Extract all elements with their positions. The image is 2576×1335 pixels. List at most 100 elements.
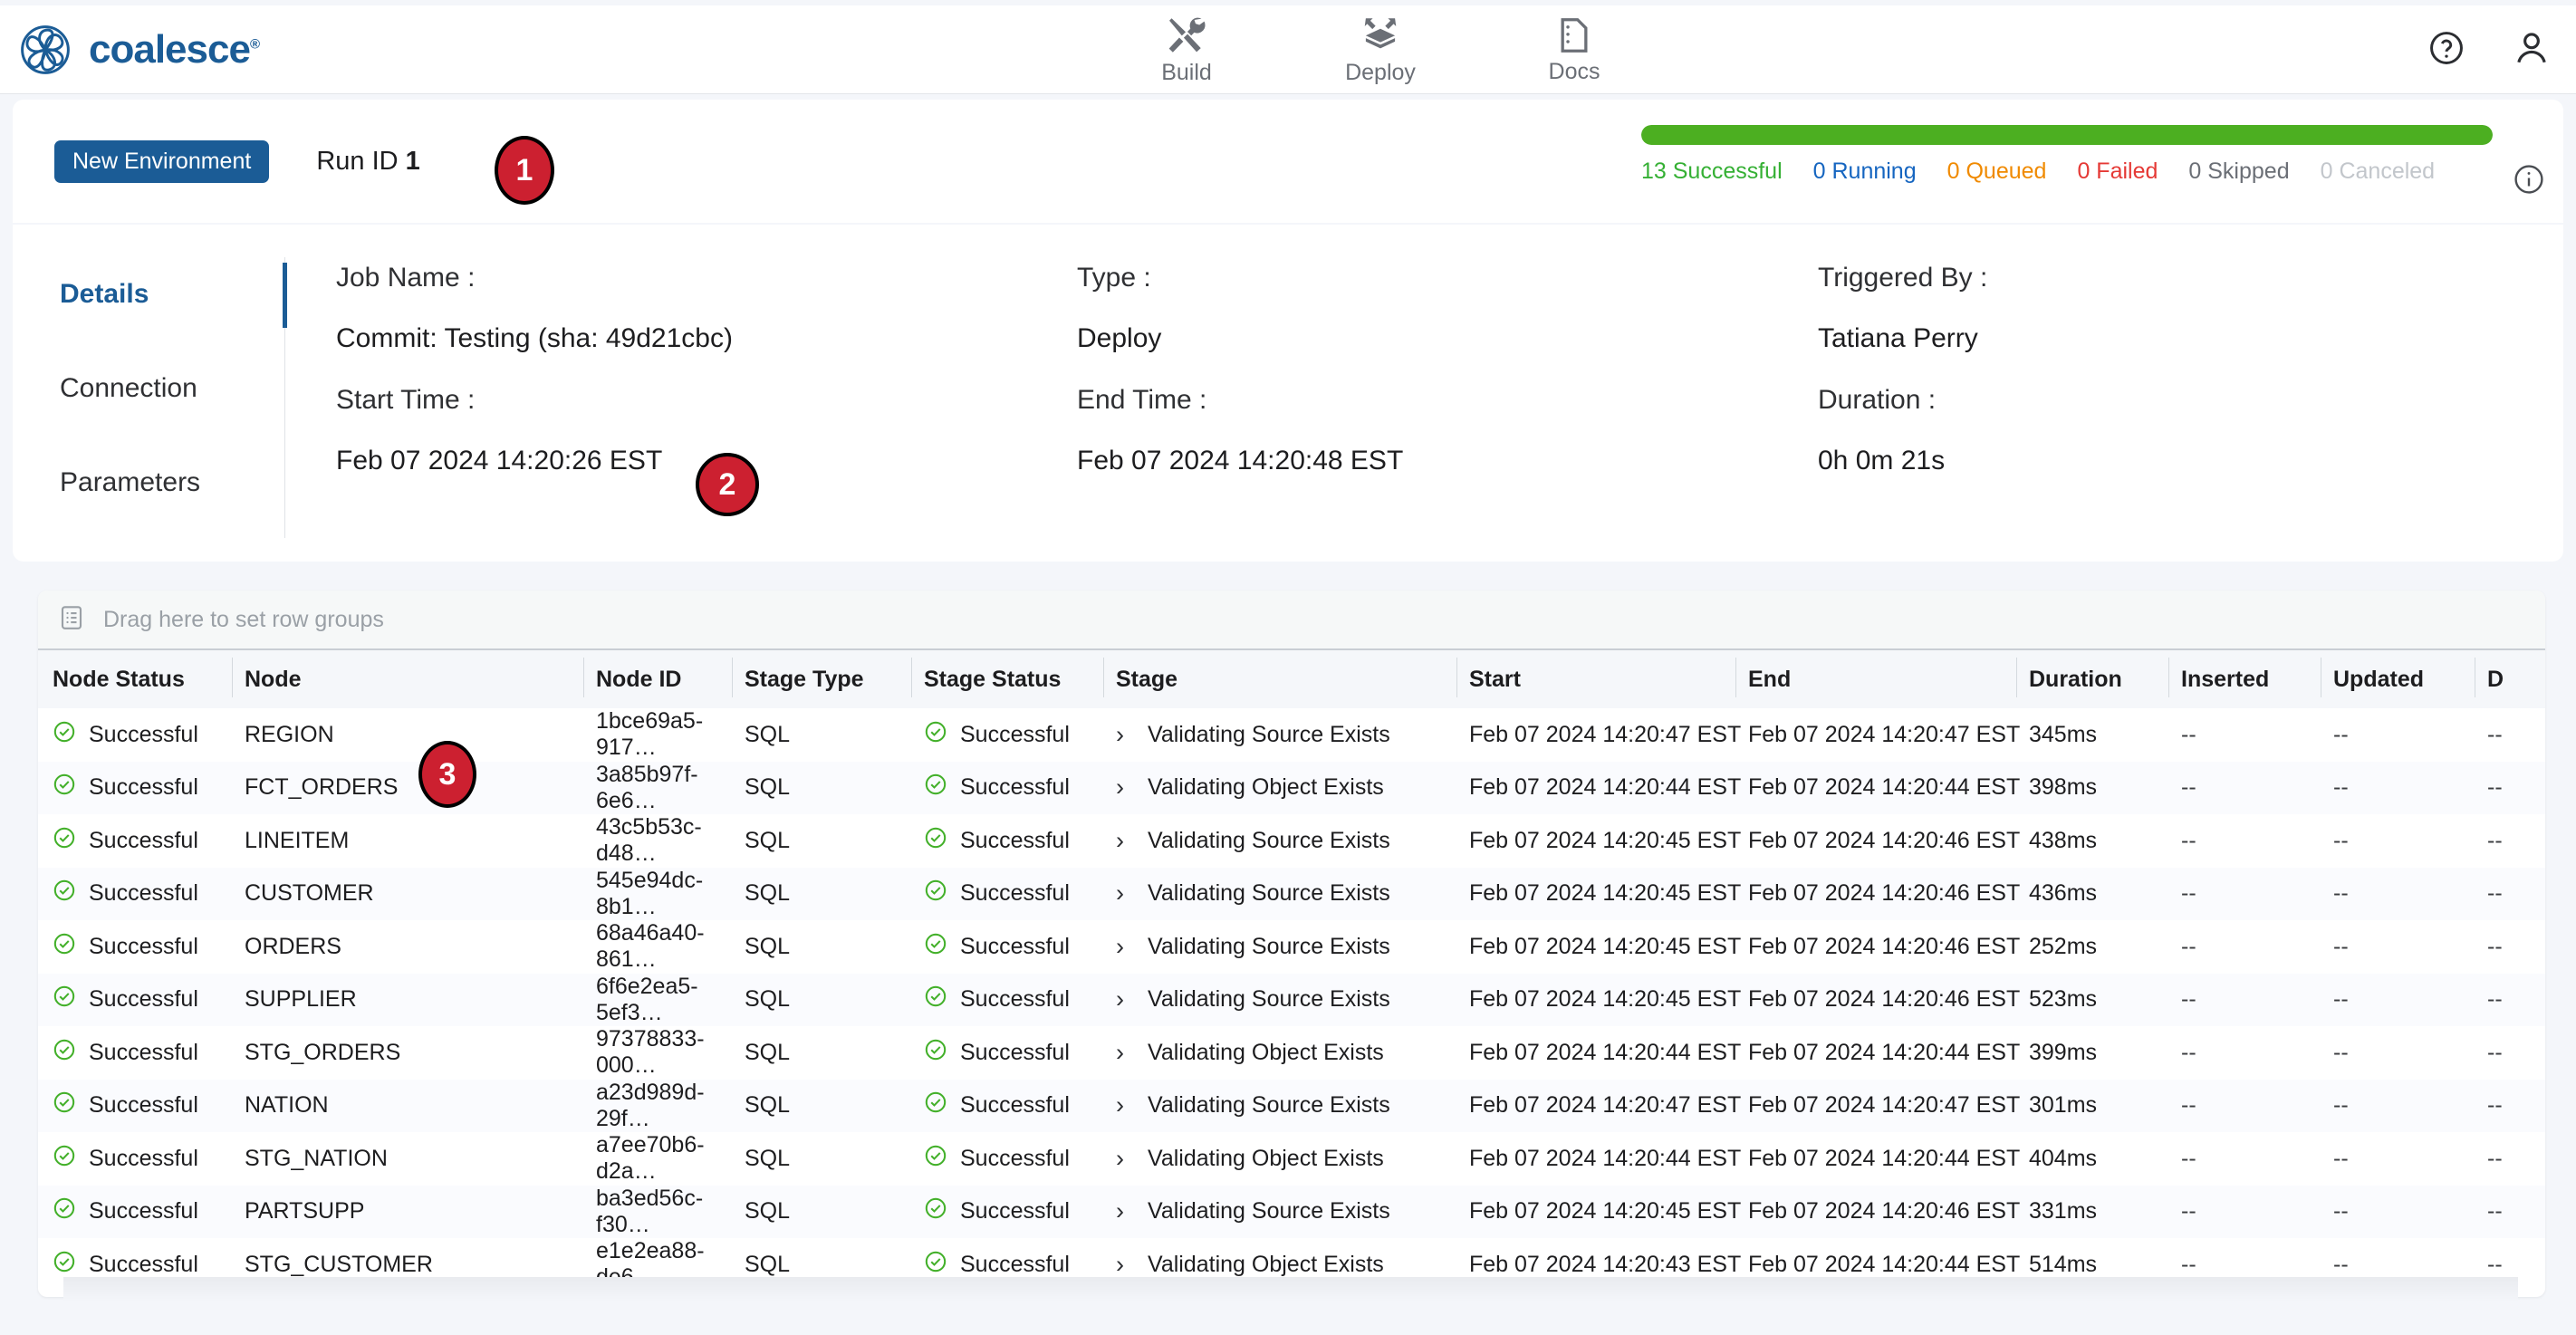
node-status-text: Successful [89, 721, 198, 747]
cell-stage-status: Successful [924, 984, 1116, 1014]
grid-column-header[interactable]: Start [1456, 657, 1748, 697]
grid-row[interactable]: Successful STG_NATION a7ee70b6-d2a… SQL Succ… [38, 1132, 2545, 1186]
status-legend-item[interactable]: 0 Canceled [2321, 158, 2435, 185]
chevron-right-icon[interactable]: › [1116, 1197, 1124, 1225]
chevron-right-icon[interactable]: › [1116, 721, 1124, 749]
bottom-scroll-area[interactable] [63, 1277, 2518, 1302]
grid-column-header[interactable]: D [2475, 657, 2545, 697]
cell-stage-status: Successful [924, 826, 1116, 856]
chevron-right-icon[interactable]: › [1116, 933, 1124, 961]
grid-row[interactable]: Successful ORDERS 68a46a40-861… SQL Successf… [38, 920, 2545, 974]
chevron-right-icon[interactable]: › [1116, 879, 1124, 908]
environment-badge[interactable]: New Environment [54, 139, 270, 183]
status-legend-item[interactable]: 0 Running [1813, 158, 1917, 185]
cell-duration: 523ms [2029, 986, 2098, 1013]
cell-node: SUPPLIER [245, 986, 357, 1013]
cell-end: Feb 07 2024 14:20:44 EST [1748, 774, 2021, 801]
grid-column-header[interactable]: Node [232, 657, 596, 697]
triggered-by-label: Triggered By : [1818, 263, 1988, 293]
help-circle-icon[interactable] [2427, 29, 2465, 72]
nav-item-docs[interactable]: Docs [1524, 15, 1624, 85]
chevron-right-icon[interactable]: › [1116, 773, 1124, 802]
cell-inserted: -- [2181, 986, 2196, 1013]
status-legend-item[interactable]: 13 Successful [1641, 158, 1783, 185]
cell-stage: › Validating Source Exists [1116, 721, 1469, 749]
grid-column-header[interactable]: Duration [2016, 657, 2181, 697]
nav-item-deploy[interactable]: Deploy [1331, 14, 1430, 86]
user-account-icon[interactable] [2513, 29, 2551, 72]
grid-body: Successful REGION 1bce69a5-917… SQL Successf… [38, 708, 2545, 1292]
details-tab-list: Details Connection Parameters [13, 225, 287, 562]
cell-node-id: 3a85b97f-6e6… [596, 761, 698, 813]
chevron-right-icon[interactable]: › [1116, 1039, 1124, 1067]
status-legend-item[interactable]: 0 Skipped [2188, 158, 2289, 185]
annotation-marker-2: 2 [696, 453, 759, 516]
grid-column-header[interactable]: End [1735, 657, 2029, 697]
app-page: coalesce® Build Deploy Docs New Environm… [0, 0, 2576, 1335]
grid-row[interactable]: Successful FCT_ORDERS 3a85b97f-6e6… SQL Succ… [38, 761, 2545, 814]
nav-label-deploy: Deploy [1345, 59, 1416, 85]
info-circle-icon[interactable] [2513, 163, 2545, 200]
details-tab-details[interactable]: Details [13, 261, 287, 328]
cell-start: Feb 07 2024 14:20:45 EST [1469, 880, 1742, 907]
chevron-right-icon[interactable]: › [1116, 1091, 1124, 1119]
row-group-icon [58, 604, 85, 636]
nav-item-build[interactable]: Build [1137, 14, 1236, 86]
status-check-icon [924, 1090, 947, 1120]
cell-updated: -- [2333, 986, 2349, 1013]
grid-column-header[interactable]: Stage [1103, 657, 1469, 697]
duration-label: Duration : [1818, 385, 1937, 415]
chevron-right-icon[interactable]: › [1116, 1251, 1124, 1279]
node-status-text: Successful [89, 1092, 198, 1119]
chevron-right-icon[interactable]: › [1116, 1145, 1124, 1173]
status-legend-item[interactable]: 0 Failed [2077, 158, 2158, 185]
grid-column-header[interactable]: Node ID [583, 657, 745, 697]
cell-end: Feb 07 2024 14:20:46 EST [1748, 1198, 2021, 1225]
chevron-right-icon[interactable]: › [1116, 985, 1124, 1013]
grid-column-header[interactable]: Stage Status [911, 657, 1116, 697]
chevron-right-icon[interactable]: › [1116, 827, 1124, 855]
stage-status-text: Successful [960, 1092, 1070, 1119]
grid-row[interactable]: Successful SUPPLIER 6f6e2ea5-5ef3… SQL Succe… [38, 973, 2545, 1026]
cell-stage-type: SQL [745, 986, 791, 1013]
brand-logo[interactable]: coalesce® [20, 24, 260, 75]
grid-column-header[interactable]: Inserted [2168, 657, 2333, 697]
type-label: Type : [1077, 263, 1151, 293]
cell-duration: 514ms [2029, 1251, 2098, 1277]
status-legend-item[interactable]: 0 Queued [1947, 158, 2047, 185]
details-tab-connection[interactable]: Connection [13, 355, 284, 422]
grid-row[interactable]: Successful NATION a23d989d-29f… SQL Successf… [38, 1079, 2545, 1132]
nav-right-actions [2427, 5, 2551, 94]
cell-deleted: -- [2487, 827, 2503, 853]
status-check-icon [924, 879, 947, 908]
grid-row[interactable]: Successful LINEITEM 43c5b53c-d48… SQL Succes… [38, 814, 2545, 868]
cell-updated: -- [2333, 774, 2349, 801]
grid-column-header[interactable]: Stage Type [732, 657, 924, 697]
stage-status-text: Successful [960, 827, 1070, 853]
cell-start: Feb 07 2024 14:20:44 EST [1469, 774, 1742, 801]
grid-row[interactable]: Successful CUSTOMER 545e94dc-8b1… SQL Succes… [38, 867, 2545, 920]
grid-column-header[interactable]: Node Status [38, 667, 245, 693]
job-name-value: Commit: Testing (sha: 49d21cbc) [336, 323, 733, 353]
triggered-by-value: Tatiana Perry [1818, 323, 1978, 353]
grid-row[interactable]: Successful PARTSUPP ba3ed56c-f30… SQL Succes… [38, 1185, 2545, 1238]
status-check-icon [53, 1038, 76, 1068]
stage-text: Validating Object Exists [1148, 1039, 1384, 1065]
cell-node-id: 97378833-000… [596, 1026, 705, 1079]
cell-stage: › Validating Object Exists [1116, 773, 1469, 802]
cell-stage: › Validating Source Exists [1116, 879, 1469, 908]
cell-end: Feb 07 2024 14:20:44 EST [1748, 1039, 2021, 1065]
grid-column-header[interactable]: Updated [2321, 657, 2487, 697]
grid-row[interactable]: Successful STG_ORDERS 97378833-000… SQL Succ… [38, 1026, 2545, 1080]
cell-stage-status: Successful [924, 1196, 1116, 1226]
cell-deleted: -- [2487, 774, 2503, 801]
cell-end: Feb 07 2024 14:20:44 EST [1748, 1145, 2021, 1171]
grid-row[interactable]: Successful REGION 1bce69a5-917… SQL Successf… [38, 708, 2545, 762]
stage-text: Validating Source Exists [1148, 986, 1390, 1013]
cell-deleted: -- [2487, 1251, 2503, 1277]
cell-stage-status: Successful [924, 879, 1116, 908]
row-group-drop-zone[interactable]: Drag here to set row groups [38, 591, 2545, 650]
cell-node-status: Successful [38, 1038, 245, 1068]
details-tab-parameters[interactable]: Parameters [13, 449, 284, 516]
stage-status-text: Successful [960, 880, 1070, 907]
